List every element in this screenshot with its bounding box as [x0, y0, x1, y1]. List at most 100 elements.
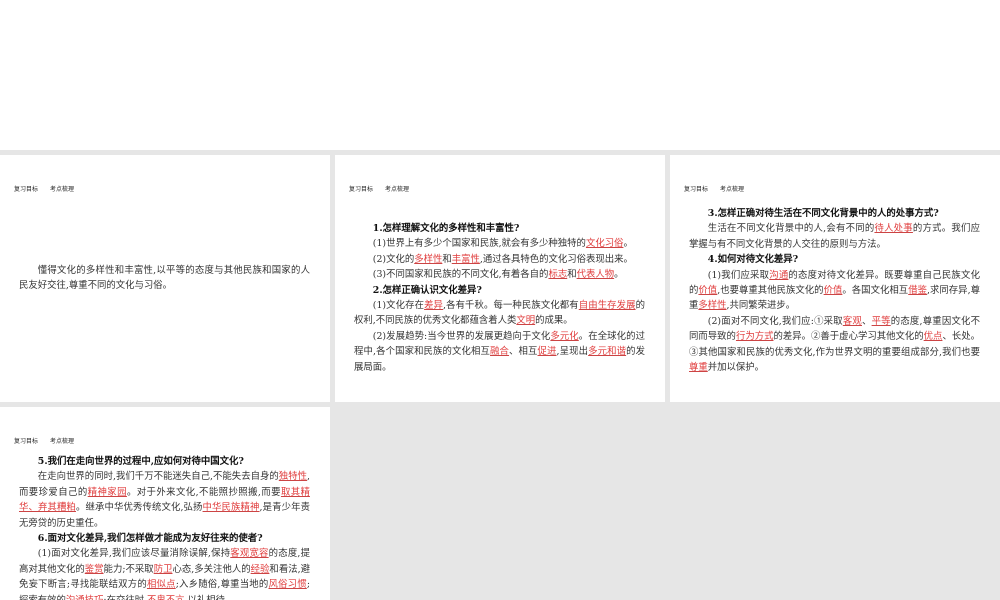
text-segment: 和 [567, 269, 577, 281]
text-segment: 。对于外来文化,不能照抄照搬,而要 [126, 486, 281, 498]
slide-body: 5.我们在走向世界的过程中,应如何对待中国文化? 在走向世界的同时,我们千万不能迷… [19, 454, 310, 600]
text-segment: ,各有千秋。每一种民族文化都有 [443, 300, 579, 312]
tab-key-points[interactable]: 考点梳理 [385, 186, 409, 193]
key-term: 代表人物 [576, 269, 615, 281]
question-heading: 6.面对文化差异,我们怎样做才能成为友好往来的使者? [19, 531, 310, 546]
key-term: 多样性 [414, 253, 443, 265]
text-segment: 。 [614, 269, 624, 281]
slide-header: 复习目标 考点梳理 [14, 436, 86, 445]
tab-key-points[interactable]: 考点梳理 [50, 438, 74, 445]
key-term: 借鉴 [908, 285, 927, 297]
paragraph: (2)面对不同文化,我们应:①采取客观、平等的态度,尊重因文化不同而导致的行为方… [689, 314, 980, 376]
text-segment: (3)不同国家和民族的不同文化,有着各自的 [372, 269, 549, 281]
slide-1[interactable]: 复习目标 考点梳理懂得文化的多样性和丰富性,以平等的态度与其他民族和国家的人民友好… [0, 155, 330, 402]
text-segment: (1)面对文化差异,我们应该尽量消除误解,保持 [37, 548, 231, 560]
paragraph: (1)世界上有多少个国家和民族,就会有多少种独特的文化习俗。 [354, 236, 645, 251]
text-segment: ,呈现出 [556, 346, 589, 358]
slide-3[interactable]: 复习目标 考点梳理 3.怎样正确对待生活在不同文化背景中的人的处事方式? 生活在不同文… [670, 155, 1000, 402]
text-segment: 能力;不采取 [103, 563, 154, 575]
paragraph: (2)发展趋势:当今世界的发展更趋向于文化多元化。在全球化的过程中,各个国家和民… [354, 329, 645, 375]
text-segment: 和 [442, 253, 452, 265]
key-term: 不卑不亢 [147, 595, 185, 600]
slide-body: 3.怎样正确对待生活在不同文化背景中的人的处事方式? 生活在不同文化背景中的人,会… [689, 206, 980, 375]
paragraph: (3)不同国家和民族的不同文化,有着各自的标志和代表人物。 [354, 267, 645, 282]
paragraph: 懂得文化的多样性和丰富性,以平等的态度与其他民族和国家的人民友好交往,尊重不同的… [19, 263, 310, 294]
text-segment: ,共同繁荣进步。 [726, 300, 796, 312]
text-segment: ;在交往时, [103, 595, 147, 600]
slide-body: 1.怎样理解文化的多样性和丰富性? (1)世界上有多少个国家和民族,就会有多少种独… [354, 221, 645, 375]
key-term: 差异 [424, 300, 444, 312]
key-term: 沟通技巧 [66, 595, 104, 600]
key-term: 中华民族精神 [202, 502, 260, 514]
question-heading: 4.如何对待文化差异? [689, 252, 980, 267]
paragraph: (1)文化存在差异,各有千秋。每一种民族文化都有自由生存发展的权利,不同民族的优… [354, 298, 645, 329]
key-term: 平等 [871, 315, 891, 327]
text-segment: (2)发展趋势:当今世界的发展更趋向于文化 [372, 330, 551, 342]
key-term: 文明 [516, 315, 536, 327]
key-term: 标志 [548, 269, 568, 281]
text-segment: (2)文化的 [372, 253, 415, 265]
tab-key-points[interactable]: 考点梳理 [50, 186, 74, 193]
key-term: 文化习俗 [585, 238, 624, 250]
tab-review-goals[interactable]: 复习目标 [14, 438, 38, 445]
text-segment: 。 [623, 238, 633, 250]
paragraph: (2)文化的多样性和丰富性,通过各具特色的文化习俗表现出来。 [354, 252, 645, 267]
text-segment: 。继承中华优秀传统文化,弘扬 [75, 502, 203, 514]
paragraph: 生活在不同文化背景中的人,会有不同的待人处事的方式。我们应掌握与有不同文化背景的… [689, 221, 980, 252]
text-segment: 3.怎样正确对待生活在不同文化背景中的人的处事方式? [707, 208, 939, 219]
key-term: 融合 [490, 346, 510, 358]
text-segment: ,以礼相待。 [185, 595, 235, 600]
question-heading: 1.怎样理解文化的多样性和丰富性? [354, 221, 645, 236]
text-segment: 懂得文化的多样性和丰富性,以平等的态度与其他民族和国家的人民友好交往,尊重不同的… [19, 265, 310, 292]
key-term: 多元化 [550, 330, 579, 342]
key-term: 丰富性 [451, 253, 480, 265]
key-term: 独特性 [278, 471, 307, 483]
key-term: 精神家园 [87, 486, 127, 498]
key-term: 相似点 [146, 579, 176, 591]
text-segment: 1.怎样理解文化的多样性和丰富性? [372, 223, 520, 234]
paragraph: (1)面对文化差异,我们应该尽量消除误解,保持客观宽容的态度,提高对其他文化的鉴… [19, 546, 310, 600]
key-term: 经验 [250, 563, 270, 575]
text-segment: 、 [862, 315, 872, 327]
text-segment: 的差异。②善于虚心学习其他文化的 [773, 331, 924, 343]
key-term: 防卫 [153, 563, 173, 575]
text-segment: 并加以保护。 [707, 362, 765, 374]
text-segment: 生活在不同文化背景中的人,会有不同的 [707, 223, 875, 235]
key-term: 价值 [698, 285, 718, 297]
tab-review-goals[interactable]: 复习目标 [684, 186, 708, 193]
key-term: 风俗习惯 [268, 579, 307, 591]
text-segment: 5.我们在走向世界的过程中,应如何对待中国文化? [37, 456, 244, 467]
text-segment: ,通过各具特色的文化习俗表现出来。 [479, 253, 633, 265]
key-term: 价值 [823, 285, 843, 297]
text-segment: 。各国文化相互 [842, 285, 909, 297]
key-term: 行为方式 [735, 331, 774, 343]
text-segment: 2.怎样正确认识文化差异? [372, 284, 482, 296]
key-term: 客观 [842, 315, 862, 327]
key-term: 待人处事 [874, 223, 913, 235]
text-segment: (2)面对不同文化,我们应:①采取 [707, 315, 843, 327]
tab-review-goals[interactable]: 复习目标 [349, 186, 373, 193]
question-heading: 5.我们在走向世界的过程中,应如何对待中国文化? [19, 454, 310, 469]
slide-header: 复习目标 考点梳理 [14, 184, 86, 193]
tab-review-goals[interactable]: 复习目标 [14, 186, 38, 193]
text-segment: (1)文化存在 [372, 300, 425, 312]
tab-key-points[interactable]: 考点梳理 [720, 186, 744, 193]
text-segment: (1)我们应采取 [707, 269, 770, 281]
question-heading: 2.怎样正确认识文化差异? [354, 283, 645, 298]
question-heading: 3.怎样正确对待生活在不同文化背景中的人的处事方式? [689, 206, 980, 221]
key-term: 自由生存发展 [578, 300, 636, 312]
text-segment: 心态,多关注他人的 [172, 563, 251, 575]
text-segment: 4.如何对待文化差异? [707, 254, 799, 266]
text-segment: 、相互 [509, 346, 538, 358]
key-term: 鉴赏 [84, 563, 104, 575]
slide-body: 懂得文化的多样性和丰富性,以平等的态度与其他民族和国家的人民友好交往,尊重不同的… [19, 263, 310, 294]
paragraph: 在走向世界的同时,我们千万不能迷失自己,不能失去自身的独特性,而要珍爱自己的精神… [19, 469, 310, 531]
slide-2[interactable]: 复习目标 考点梳理 1.怎样理解文化的多样性和丰富性? (1)世界上有多少个国家和民族… [335, 155, 665, 402]
text-segment: ,也要尊重其他民族文化的 [717, 285, 824, 297]
text-segment: 的成果。 [535, 315, 573, 327]
blank-slide-area [0, 0, 1000, 150]
slide-4[interactable]: 复习目标 考点梳理 5.我们在走向世界的过程中,应如何对待中国文化? 在走向世界的同时… [0, 407, 330, 600]
text-segment: 在走向世界的同时,我们千万不能迷失自己,不能失去自身的 [37, 471, 279, 483]
text-segment: 6.面对文化差异,我们怎样做才能成为友好往来的使者? [37, 533, 263, 545]
key-term: 多样性 [698, 300, 727, 312]
